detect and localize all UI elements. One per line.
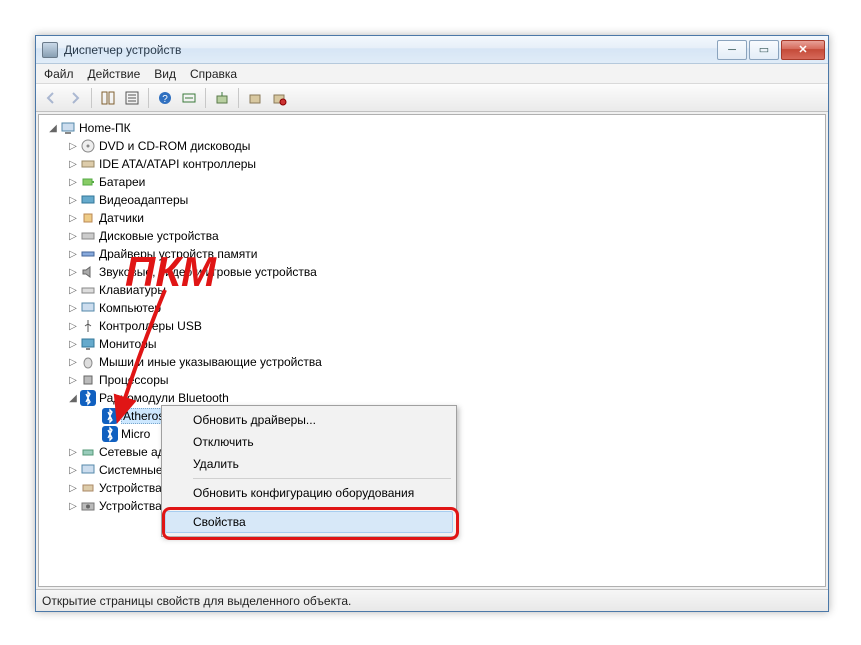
menu-delete[interactable]: Удалить: [165, 453, 453, 475]
menu-action[interactable]: Действие: [88, 67, 141, 81]
context-menu: Обновить драйверы... Отключить Удалить О…: [161, 405, 457, 537]
close-button[interactable]: ✕: [781, 40, 825, 60]
disk-icon: [80, 228, 96, 244]
camera-icon: [80, 498, 96, 514]
display-adapter-icon: [80, 192, 96, 208]
hid-icon: [80, 480, 96, 496]
computer-icon: [60, 120, 76, 136]
tree-category-monitors[interactable]: ▷Мониторы: [41, 335, 823, 353]
statusbar: Открытие страницы свойств для выделенног…: [36, 589, 828, 611]
forward-button[interactable]: [64, 87, 86, 109]
back-button[interactable]: [40, 87, 62, 109]
toolbar-separator: [238, 88, 239, 108]
tree-category-disk[interactable]: ▷Дисковые устройства: [41, 227, 823, 245]
expander-closed-icon[interactable]: ▷: [67, 140, 79, 152]
menu-separator: [193, 507, 451, 508]
monitor-icon: [80, 336, 96, 352]
speaker-icon: [80, 264, 96, 280]
menu-file[interactable]: Файл: [44, 67, 74, 81]
tree-category-sound[interactable]: ▷Звуковые, видео и игровые устройства: [41, 263, 823, 281]
tree-category-memory-drivers[interactable]: ▷Драйверы устройств памяти: [41, 245, 823, 263]
expander-open-icon[interactable]: ◢: [47, 122, 59, 134]
menu-help[interactable]: Справка: [190, 67, 237, 81]
tree-category-computer[interactable]: ▷Компьютер: [41, 299, 823, 317]
system-icon: [80, 462, 96, 478]
menubar: Файл Действие Вид Справка: [36, 64, 828, 84]
expander-closed-icon[interactable]: ▷: [67, 302, 79, 314]
toolbar: ?: [36, 84, 828, 112]
expander-closed-icon[interactable]: ▷: [67, 356, 79, 368]
expander-closed-icon[interactable]: ▷: [67, 176, 79, 188]
disc-icon: [80, 138, 96, 154]
bluetooth-icon: [80, 390, 96, 406]
menu-rescan-hardware[interactable]: Обновить конфигурацию оборудования: [165, 482, 453, 504]
computer-icon: [80, 300, 96, 316]
cpu-icon: [80, 372, 96, 388]
sensor-icon: [80, 210, 96, 226]
tree-category-sensors[interactable]: ▷Датчики: [41, 209, 823, 227]
scan-hardware-button[interactable]: [178, 87, 200, 109]
disable-button[interactable]: [268, 87, 290, 109]
update-driver-button[interactable]: [211, 87, 233, 109]
expander-closed-icon[interactable]: ▷: [67, 500, 79, 512]
menu-disable[interactable]: Отключить: [165, 431, 453, 453]
tree-category-mice[interactable]: ▷Мыши и иные указывающие устройства: [41, 353, 823, 371]
window-title: Диспетчер устройств: [64, 43, 717, 57]
tree-category-ide[interactable]: ▷IDE ATA/ATAPI контроллеры: [41, 155, 823, 173]
mouse-icon: [80, 354, 96, 370]
tree-category-batteries[interactable]: ▷Батареи: [41, 173, 823, 191]
properties-button[interactable]: [121, 87, 143, 109]
tree-category-usb[interactable]: ▷Контроллеры USB: [41, 317, 823, 335]
menu-view[interactable]: Вид: [154, 67, 176, 81]
expander-closed-icon[interactable]: ▷: [67, 446, 79, 458]
maximize-button[interactable]: ▭: [749, 40, 779, 60]
menu-separator: [193, 478, 451, 479]
expander-closed-icon[interactable]: ▷: [67, 212, 79, 224]
expander-closed-icon[interactable]: ▷: [67, 248, 79, 260]
minimize-button[interactable]: ─: [717, 40, 747, 60]
uninstall-button[interactable]: [244, 87, 266, 109]
tree-category-keyboards[interactable]: ▷Клавиатуры: [41, 281, 823, 299]
app-icon: [42, 42, 58, 58]
battery-icon: [80, 174, 96, 190]
menu-update-drivers[interactable]: Обновить драйверы...: [165, 409, 453, 431]
expander-closed-icon[interactable]: ▷: [67, 230, 79, 242]
help-button[interactable]: ?: [154, 87, 176, 109]
network-icon: [80, 444, 96, 460]
expander-closed-icon[interactable]: ▷: [67, 482, 79, 494]
status-text: Открытие страницы свойств для выделенног…: [42, 594, 351, 608]
tree-category-display[interactable]: ▷Видеоадаптеры: [41, 191, 823, 209]
bluetooth-icon: [102, 408, 118, 424]
expander-closed-icon[interactable]: ▷: [67, 266, 79, 278]
expander-closed-icon[interactable]: ▷: [67, 194, 79, 206]
menu-properties[interactable]: Свойства: [165, 511, 453, 533]
expander-closed-icon[interactable]: ▷: [67, 158, 79, 170]
tree-category-processors[interactable]: ▷Процессоры: [41, 371, 823, 389]
toolbar-separator: [148, 88, 149, 108]
controller-icon: [80, 156, 96, 172]
expander-closed-icon[interactable]: ▷: [67, 320, 79, 332]
usb-icon: [80, 318, 96, 334]
show-hide-console-tree-button[interactable]: [97, 87, 119, 109]
tree-category-dvd[interactable]: ▷DVD и CD-ROM дисководы: [41, 137, 823, 155]
toolbar-separator: [91, 88, 92, 108]
tree-root[interactable]: ◢ Home-ПК: [41, 119, 823, 137]
memory-icon: [80, 246, 96, 262]
svg-text:?: ?: [162, 94, 168, 105]
bluetooth-icon: [102, 426, 118, 442]
keyboard-icon: [80, 282, 96, 298]
expander-open-icon[interactable]: ◢: [67, 392, 79, 404]
toolbar-separator: [205, 88, 206, 108]
titlebar[interactable]: Диспетчер устройств ─ ▭ ✕: [36, 36, 828, 64]
expander-closed-icon[interactable]: ▷: [67, 284, 79, 296]
expander-closed-icon[interactable]: ▷: [67, 464, 79, 476]
expander-closed-icon[interactable]: ▷: [67, 374, 79, 386]
expander-closed-icon[interactable]: ▷: [67, 338, 79, 350]
